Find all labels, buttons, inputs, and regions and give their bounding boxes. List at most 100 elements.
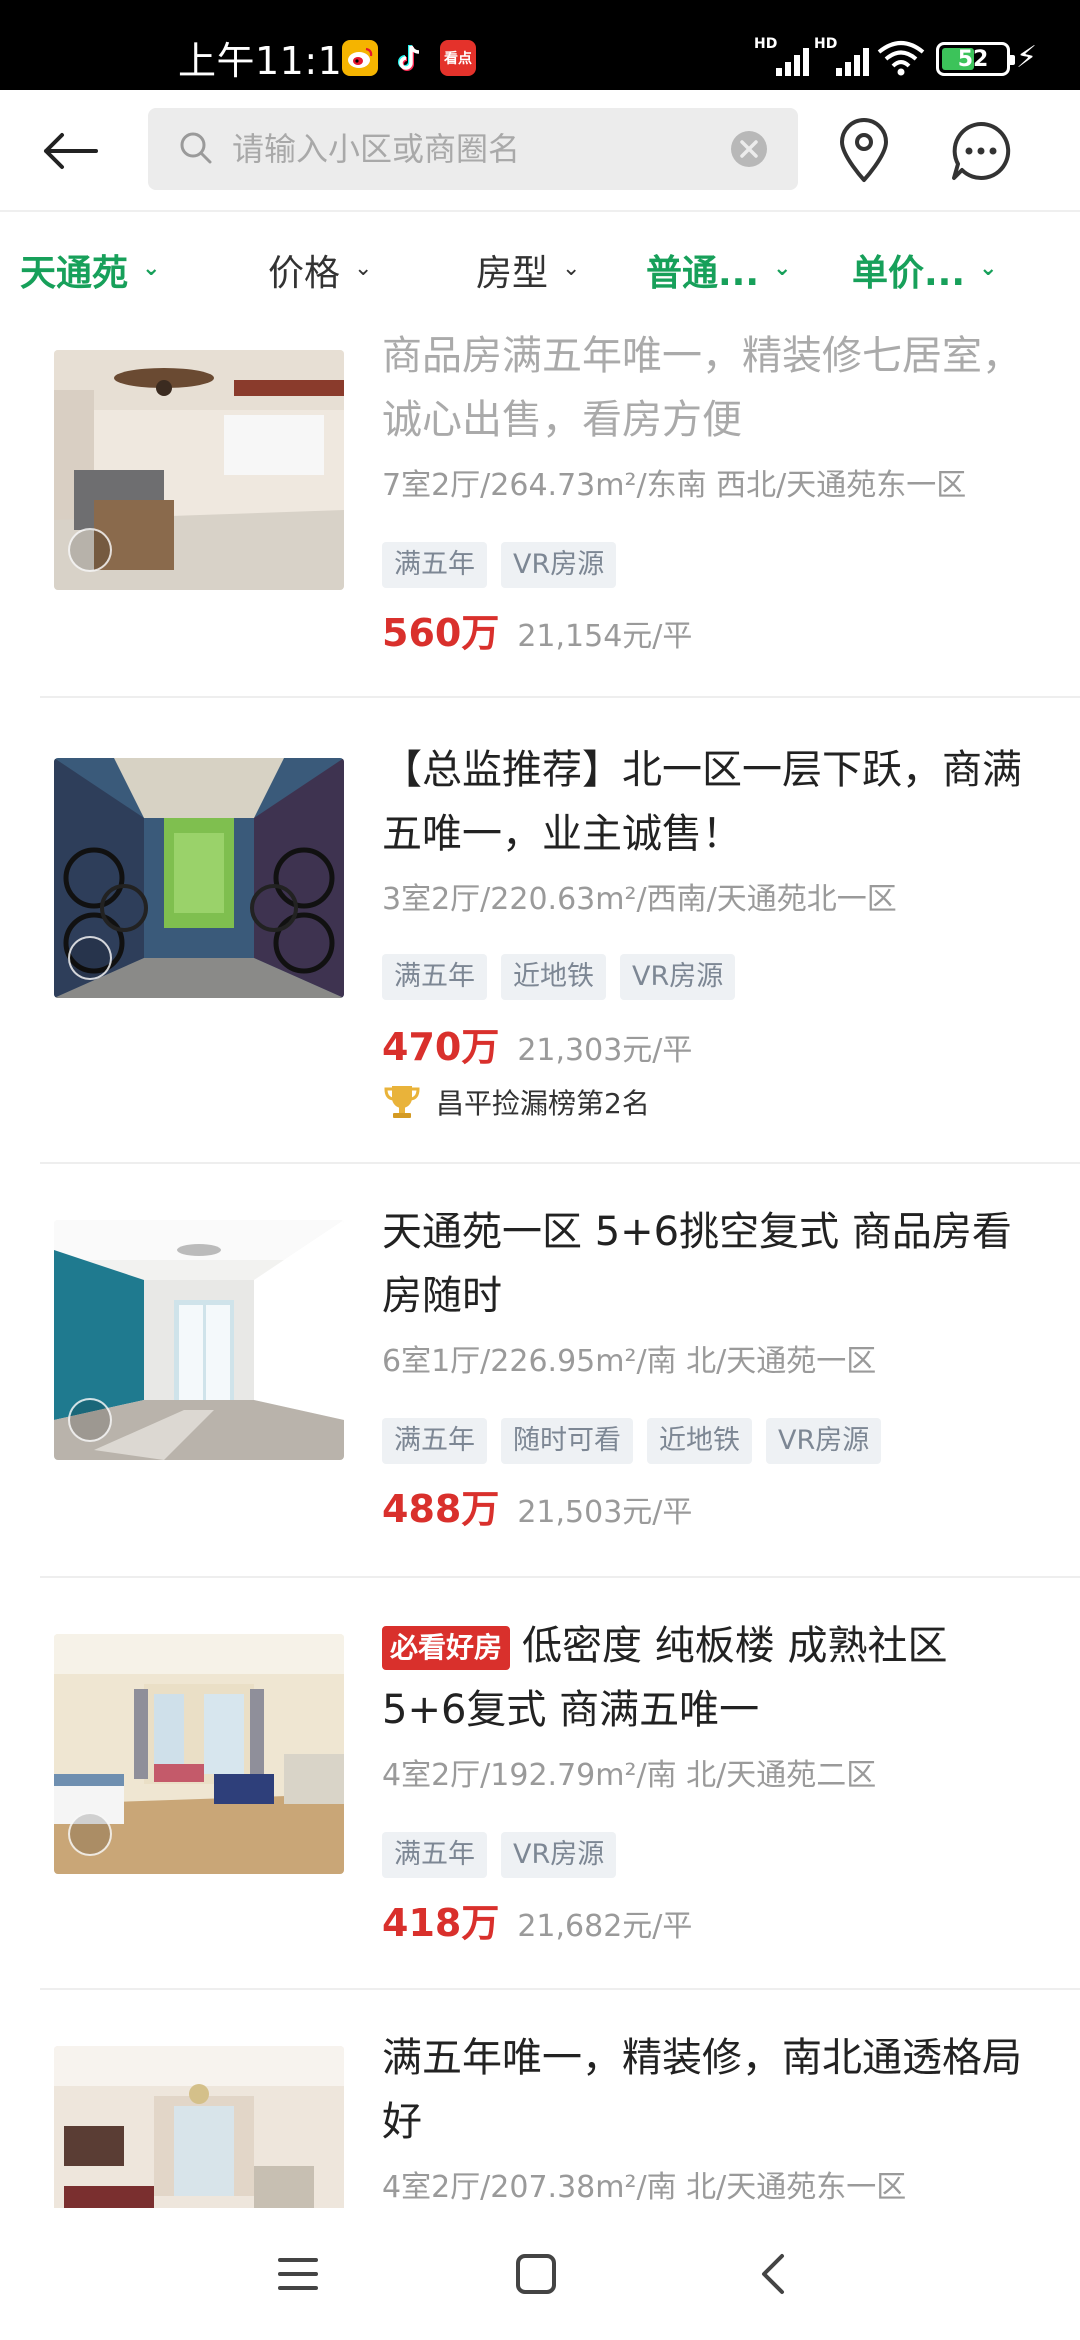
chevron-down-icon: ⌄	[979, 255, 998, 281]
listing-photo	[54, 1634, 344, 1874]
total-price: 488万	[382, 1487, 500, 1531]
home-button[interactable]	[506, 2244, 566, 2304]
unit-price: 21,303元/平	[517, 1033, 693, 1068]
chevron-down-icon: ⌄	[142, 255, 161, 281]
listing-meta: 7室2厅/264.73m²/东南 西北/天通苑东一区	[382, 468, 967, 503]
total-price: 418万	[382, 1901, 500, 1945]
hd-label: HD	[814, 36, 838, 52]
search-icon	[180, 132, 212, 164]
filter-label: 普通...	[646, 253, 760, 294]
listing-photo	[54, 350, 344, 590]
filter-label: 天通苑	[20, 253, 129, 294]
promo-badge: 必看好房	[382, 1626, 511, 1670]
signal-icon: HD	[812, 36, 872, 76]
listing-meta: 6室1厅/226.95m²/南 北/天通苑一区	[382, 1344, 877, 1379]
filter-label: 单价...	[852, 253, 966, 294]
search-input[interactable]	[232, 108, 712, 190]
back-triangle-icon	[762, 2254, 784, 2294]
weibo-icon	[342, 40, 378, 76]
tag-row: 满五年 近地铁 VR房源	[382, 954, 736, 1000]
wifi-icon	[876, 40, 926, 76]
unit-price: 21,682元/平	[517, 1909, 693, 1944]
filter-room-type[interactable]: 房型 ⌄	[476, 242, 580, 298]
listing-title: 【总监推荐】北一区一层下跃，商满五唯一，业主诚售！	[382, 747, 1022, 857]
tag: VR房源	[620, 954, 736, 1000]
home-square-icon	[516, 2254, 556, 2294]
status-time: 上午11:10	[178, 39, 368, 83]
chevron-down-icon: ⌄	[354, 255, 373, 281]
listing-title: 商品房满五年唯一，精装修七居室，诚心出售，看房方便	[382, 333, 1022, 443]
listing-card[interactable]: 【总监推荐】北一区一层下跃，商满五唯一，业主诚售！ 3室2厅/220.63m²/…	[0, 698, 1080, 1164]
listing-card[interactable]: 商品房满五年唯一，精装修七居室，诚心出售，看房方便 7室2厅/264.73m²/…	[0, 324, 1080, 698]
clear-icon[interactable]	[730, 130, 768, 168]
tag-row: 满五年 随时可看 近地铁 VR房源	[382, 1418, 882, 1464]
listing-photo	[54, 1220, 344, 1460]
unit-price: 21,503元/平	[517, 1495, 693, 1530]
listing-title: 天通苑一区 5+6挑空复式 商品房看房随时	[382, 1209, 1012, 1319]
filter-label: 房型	[476, 253, 549, 294]
listing-photo	[54, 2046, 344, 2208]
tag-row: 满五年 VR房源	[382, 1832, 617, 1878]
filter-price[interactable]: 价格 ⌄	[268, 242, 372, 298]
vr-icon	[68, 1398, 112, 1442]
charging-icon: ⚡	[1016, 40, 1038, 75]
tiktok-icon	[392, 40, 428, 76]
location-pin-icon[interactable]	[836, 118, 892, 184]
total-price: 560万	[382, 611, 500, 655]
tag: 满五年	[382, 954, 487, 1000]
price-row: 470万 21,303元/平	[382, 1016, 692, 1071]
tag: VR房源	[501, 1832, 617, 1878]
listing-list: 商品房满五年唯一，精装修七居室，诚心出售，看房方便 7室2厅/264.73m²/…	[0, 324, 1080, 2208]
tag: 随时可看	[501, 1418, 633, 1464]
battery-icon: 52	[936, 42, 1015, 76]
rank-text: 昌平捡漏榜第2名	[436, 1087, 650, 1120]
tag: 满五年	[382, 1418, 487, 1464]
status-bar: 上午11:10 看点 HD HD 52 ⚡	[0, 0, 1080, 90]
chevron-down-icon: ⌄	[562, 255, 581, 281]
listing-meta: 4室2厅/192.79m²/南 北/天通苑二区	[382, 1758, 877, 1793]
listing-meta: 4室2厅/207.38m²/南 北/天通苑东一区	[382, 2170, 907, 2205]
total-price: 470万	[382, 1025, 500, 1069]
listing-photo	[54, 758, 344, 998]
battery-level: 52	[957, 46, 989, 72]
vr-icon	[68, 936, 112, 980]
chat-bubble-icon[interactable]	[950, 120, 1012, 182]
listing-card[interactable]: 必看好房 低密度 纯板楼 成熟社区 5+6复式 商满五唯一 4室2厅/192.79…	[0, 1578, 1080, 1990]
tag: VR房源	[766, 1418, 882, 1464]
search-box[interactable]	[148, 108, 798, 190]
hd-label: HD	[754, 36, 778, 52]
tag: 近地铁	[647, 1418, 752, 1464]
system-nav-bar	[0, 2208, 1080, 2340]
search-header	[0, 90, 1080, 212]
kandian-icon: 看点	[440, 40, 476, 76]
unit-price: 21,154元/平	[517, 619, 693, 654]
filter-unit-price[interactable]: 单价... ⌄	[852, 242, 997, 298]
listing-title: 必看好房 低密度 纯板楼 成熟社区 5+6复式 商满五唯一	[382, 1614, 1042, 1742]
tag: 满五年	[382, 1832, 487, 1878]
system-back-button[interactable]	[744, 2244, 804, 2304]
filter-label: 价格	[268, 253, 341, 294]
tag: VR房源	[501, 542, 617, 588]
price-row: 418万 21,682元/平	[382, 1892, 692, 1947]
menu-button[interactable]	[268, 2244, 328, 2304]
price-row: 488万 21,503元/平	[382, 1478, 692, 1533]
tag: 满五年	[382, 542, 487, 588]
filter-district[interactable]: 天通苑 ⌄	[20, 242, 160, 298]
menu-icon	[278, 2258, 318, 2290]
filter-bar: 天通苑 ⌄ 价格 ⌄ 房型 ⌄ 普通... ⌄ 单价... ⌄	[0, 212, 1080, 324]
tag: 近地铁	[501, 954, 606, 1000]
back-button[interactable]	[30, 116, 110, 186]
vr-icon	[68, 1812, 112, 1856]
listing-card[interactable]: 满五年唯一，精装修，南北通透格局好 4室2厅/207.38m²/南 北/天通苑东…	[0, 1990, 1080, 2208]
chevron-down-icon: ⌄	[773, 255, 792, 281]
listing-meta: 3室2厅/220.63m²/西南/天通苑北一区	[382, 882, 897, 917]
price-row: 560万 21,154元/平	[382, 602, 692, 657]
tag-row: 满五年 VR房源	[382, 542, 617, 588]
rank-badge[interactable]: 昌平捡漏榜第2名	[382, 1082, 650, 1122]
filter-property-type[interactable]: 普通... ⌄	[646, 242, 791, 298]
arrow-left-icon	[44, 133, 98, 169]
signal-icon: HD	[752, 36, 812, 76]
vr-icon	[68, 528, 112, 572]
listing-title: 满五年唯一，精装修，南北通透格局好	[382, 2035, 1022, 2145]
listing-card[interactable]: 天通苑一区 5+6挑空复式 商品房看房随时 6室1厅/226.95m²/南 北/…	[0, 1164, 1080, 1578]
